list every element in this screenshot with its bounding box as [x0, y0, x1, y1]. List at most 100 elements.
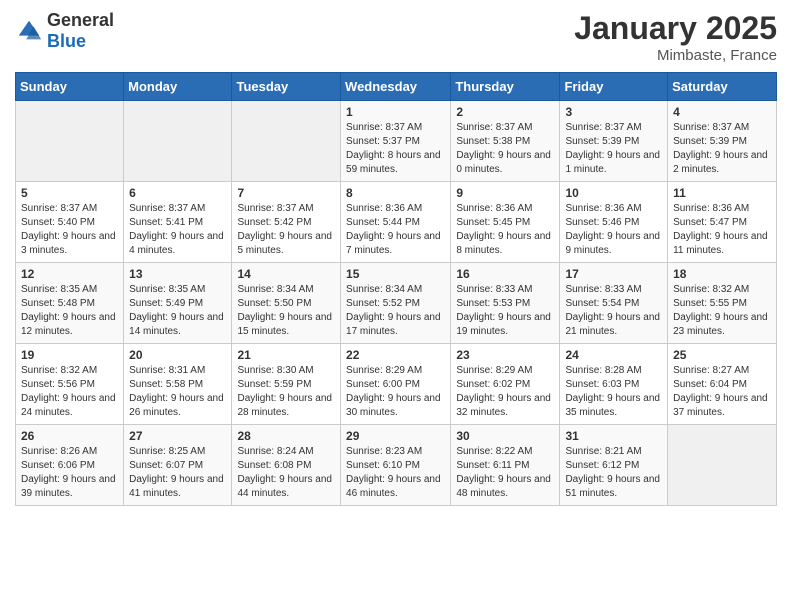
day-number: 18 — [673, 267, 771, 281]
day-info: Sunrise: 8:25 AMSunset: 6:07 PMDaylight:… — [129, 445, 226, 501]
calendar-cell: 25 Sunrise: 8:27 AMSunset: 6:04 PMDaylig… — [668, 344, 777, 425]
day-info: Sunrise: 8:35 AMSunset: 5:48 PMDaylight:… — [21, 283, 118, 339]
calendar-cell: 6 Sunrise: 8:37 AMSunset: 5:41 PMDayligh… — [124, 182, 232, 263]
calendar-cell: 27 Sunrise: 8:25 AMSunset: 6:07 PMDaylig… — [124, 425, 232, 506]
logo-text: General Blue — [47, 10, 114, 52]
calendar-cell: 31 Sunrise: 8:21 AMSunset: 6:12 PMDaylig… — [560, 425, 668, 506]
day-number: 8 — [346, 186, 445, 200]
calendar-header-row: SundayMondayTuesdayWednesdayThursdayFrid… — [16, 73, 777, 101]
calendar-cell: 16 Sunrise: 8:33 AMSunset: 5:53 PMDaylig… — [451, 263, 560, 344]
day-number: 1 — [346, 105, 445, 119]
day-info: Sunrise: 8:37 AMSunset: 5:38 PMDaylight:… — [456, 121, 554, 177]
day-number: 5 — [21, 186, 118, 200]
day-number: 21 — [237, 348, 335, 362]
day-info: Sunrise: 8:28 AMSunset: 6:03 PMDaylight:… — [565, 364, 662, 420]
day-info: Sunrise: 8:37 AMSunset: 5:42 PMDaylight:… — [237, 202, 335, 258]
calendar-cell: 14 Sunrise: 8:34 AMSunset: 5:50 PMDaylig… — [232, 263, 341, 344]
weekday-header-thursday: Thursday — [451, 73, 560, 101]
day-info: Sunrise: 8:36 AMSunset: 5:45 PMDaylight:… — [456, 202, 554, 258]
day-number: 31 — [565, 429, 662, 443]
calendar-cell — [232, 101, 341, 182]
day-number: 7 — [237, 186, 335, 200]
day-number: 26 — [21, 429, 118, 443]
logo-icon — [15, 17, 43, 45]
day-number: 3 — [565, 105, 662, 119]
weekday-header-monday: Monday — [124, 73, 232, 101]
day-info: Sunrise: 8:30 AMSunset: 5:59 PMDaylight:… — [237, 364, 335, 420]
calendar-week-row: 12 Sunrise: 8:35 AMSunset: 5:48 PMDaylig… — [16, 263, 777, 344]
day-info: Sunrise: 8:37 AMSunset: 5:39 PMDaylight:… — [565, 121, 662, 177]
day-info: Sunrise: 8:34 AMSunset: 5:50 PMDaylight:… — [237, 283, 335, 339]
day-info: Sunrise: 8:23 AMSunset: 6:10 PMDaylight:… — [346, 445, 445, 501]
calendar-cell: 8 Sunrise: 8:36 AMSunset: 5:44 PMDayligh… — [341, 182, 451, 263]
calendar-cell: 11 Sunrise: 8:36 AMSunset: 5:47 PMDaylig… — [668, 182, 777, 263]
day-info: Sunrise: 8:27 AMSunset: 6:04 PMDaylight:… — [673, 364, 771, 420]
calendar-cell: 18 Sunrise: 8:32 AMSunset: 5:55 PMDaylig… — [668, 263, 777, 344]
day-info: Sunrise: 8:26 AMSunset: 6:06 PMDaylight:… — [21, 445, 118, 501]
day-info: Sunrise: 8:33 AMSunset: 5:54 PMDaylight:… — [565, 283, 662, 339]
calendar-cell: 29 Sunrise: 8:23 AMSunset: 6:10 PMDaylig… — [341, 425, 451, 506]
calendar-table: SundayMondayTuesdayWednesdayThursdayFrid… — [15, 72, 777, 506]
day-info: Sunrise: 8:32 AMSunset: 5:56 PMDaylight:… — [21, 364, 118, 420]
day-number: 11 — [673, 186, 771, 200]
day-info: Sunrise: 8:35 AMSunset: 5:49 PMDaylight:… — [129, 283, 226, 339]
day-info: Sunrise: 8:37 AMSunset: 5:41 PMDaylight:… — [129, 202, 226, 258]
day-number: 6 — [129, 186, 226, 200]
calendar-cell: 4 Sunrise: 8:37 AMSunset: 5:39 PMDayligh… — [668, 101, 777, 182]
day-number: 27 — [129, 429, 226, 443]
calendar-week-row: 5 Sunrise: 8:37 AMSunset: 5:40 PMDayligh… — [16, 182, 777, 263]
day-number: 22 — [346, 348, 445, 362]
calendar-cell: 1 Sunrise: 8:37 AMSunset: 5:37 PMDayligh… — [341, 101, 451, 182]
calendar-cell: 24 Sunrise: 8:28 AMSunset: 6:03 PMDaylig… — [560, 344, 668, 425]
calendar-cell — [668, 425, 777, 506]
day-info: Sunrise: 8:29 AMSunset: 6:00 PMDaylight:… — [346, 364, 445, 420]
calendar-cell: 26 Sunrise: 8:26 AMSunset: 6:06 PMDaylig… — [16, 425, 124, 506]
day-number: 2 — [456, 105, 554, 119]
month-title: January 2025 — [574, 10, 777, 47]
day-info: Sunrise: 8:32 AMSunset: 5:55 PMDaylight:… — [673, 283, 771, 339]
calendar-cell: 20 Sunrise: 8:31 AMSunset: 5:58 PMDaylig… — [124, 344, 232, 425]
day-info: Sunrise: 8:37 AMSunset: 5:37 PMDaylight:… — [346, 121, 445, 177]
day-number: 10 — [565, 186, 662, 200]
logo-general: General — [47, 10, 114, 30]
calendar-cell: 28 Sunrise: 8:24 AMSunset: 6:08 PMDaylig… — [232, 425, 341, 506]
day-info: Sunrise: 8:36 AMSunset: 5:47 PMDaylight:… — [673, 202, 771, 258]
day-number: 23 — [456, 348, 554, 362]
logo-blue: Blue — [47, 31, 86, 51]
location-title: Mimbaste, France — [574, 47, 777, 64]
weekday-header-tuesday: Tuesday — [232, 73, 341, 101]
day-number: 9 — [456, 186, 554, 200]
page-header: General Blue January 2025 Mimbaste, Fran… — [15, 10, 777, 64]
title-block: January 2025 Mimbaste, France — [574, 10, 777, 64]
day-number: 25 — [673, 348, 771, 362]
calendar-cell: 2 Sunrise: 8:37 AMSunset: 5:38 PMDayligh… — [451, 101, 560, 182]
calendar-cell: 23 Sunrise: 8:29 AMSunset: 6:02 PMDaylig… — [451, 344, 560, 425]
calendar-cell: 3 Sunrise: 8:37 AMSunset: 5:39 PMDayligh… — [560, 101, 668, 182]
day-number: 30 — [456, 429, 554, 443]
day-info: Sunrise: 8:24 AMSunset: 6:08 PMDaylight:… — [237, 445, 335, 501]
calendar-cell: 10 Sunrise: 8:36 AMSunset: 5:46 PMDaylig… — [560, 182, 668, 263]
day-info: Sunrise: 8:22 AMSunset: 6:11 PMDaylight:… — [456, 445, 554, 501]
calendar-cell: 22 Sunrise: 8:29 AMSunset: 6:00 PMDaylig… — [341, 344, 451, 425]
day-number: 28 — [237, 429, 335, 443]
weekday-header-sunday: Sunday — [16, 73, 124, 101]
day-info: Sunrise: 8:21 AMSunset: 6:12 PMDaylight:… — [565, 445, 662, 501]
day-number: 15 — [346, 267, 445, 281]
day-number: 14 — [237, 267, 335, 281]
day-info: Sunrise: 8:37 AMSunset: 5:40 PMDaylight:… — [21, 202, 118, 258]
calendar-cell: 15 Sunrise: 8:34 AMSunset: 5:52 PMDaylig… — [341, 263, 451, 344]
weekday-header-wednesday: Wednesday — [341, 73, 451, 101]
day-info: Sunrise: 8:33 AMSunset: 5:53 PMDaylight:… — [456, 283, 554, 339]
day-number: 20 — [129, 348, 226, 362]
calendar-cell: 7 Sunrise: 8:37 AMSunset: 5:42 PMDayligh… — [232, 182, 341, 263]
calendar-cell: 13 Sunrise: 8:35 AMSunset: 5:49 PMDaylig… — [124, 263, 232, 344]
calendar-week-row: 1 Sunrise: 8:37 AMSunset: 5:37 PMDayligh… — [16, 101, 777, 182]
day-number: 29 — [346, 429, 445, 443]
calendar-week-row: 19 Sunrise: 8:32 AMSunset: 5:56 PMDaylig… — [16, 344, 777, 425]
calendar-cell: 30 Sunrise: 8:22 AMSunset: 6:11 PMDaylig… — [451, 425, 560, 506]
calendar-cell: 5 Sunrise: 8:37 AMSunset: 5:40 PMDayligh… — [16, 182, 124, 263]
calendar-cell — [16, 101, 124, 182]
day-number: 17 — [565, 267, 662, 281]
weekday-header-friday: Friday — [560, 73, 668, 101]
calendar-cell: 9 Sunrise: 8:36 AMSunset: 5:45 PMDayligh… — [451, 182, 560, 263]
